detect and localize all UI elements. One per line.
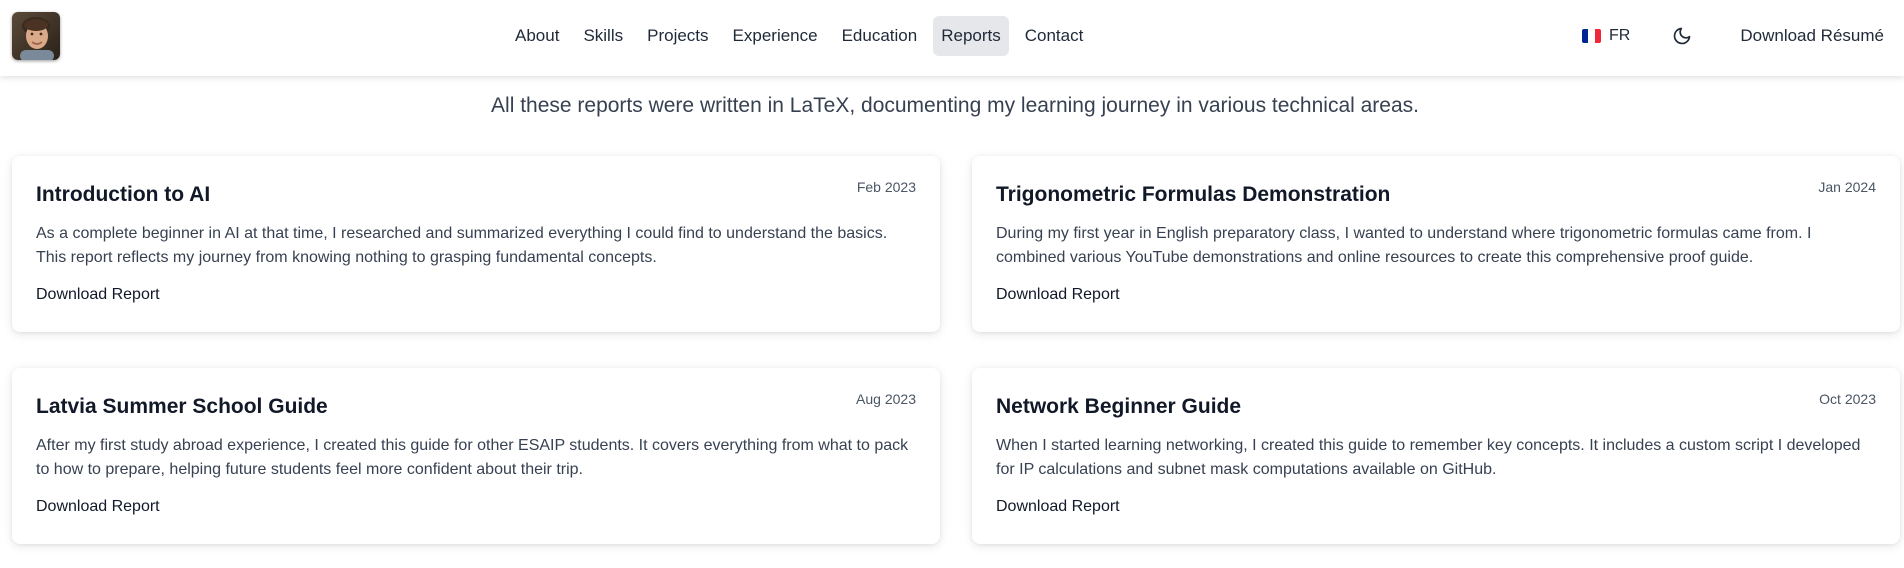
header-tools: FR Download Résumé (1574, 16, 1884, 56)
report-title: Latvia Summer School Guide (36, 395, 328, 418)
download-report-link[interactable]: Download Report (36, 286, 160, 304)
nav-about[interactable]: About (507, 16, 567, 56)
nav-skills[interactable]: Skills (575, 16, 631, 56)
report-description: When I started learning networking, I cr… (996, 437, 1861, 478)
report-title: Trigonometric Formulas Demonstration (996, 183, 1391, 206)
nav-projects[interactable]: Projects (639, 16, 716, 56)
report-date: Oct 2023 (1819, 391, 1876, 407)
report-card: Introduction to AI Feb 2023 As a complet… (12, 156, 940, 332)
avatar[interactable] (12, 12, 60, 60)
french-flag-icon (1582, 29, 1602, 43)
download-report-link[interactable]: Download Report (996, 498, 1120, 516)
download-resume-button[interactable]: Download Résumé (1740, 16, 1884, 56)
report-date: Aug 2023 (856, 391, 916, 407)
nav-education[interactable]: Education (834, 16, 926, 56)
report-description: After my first study abroad experience, … (36, 437, 909, 478)
report-title: Network Beginner Guide (996, 395, 1242, 418)
theme-toggle-button[interactable] (1666, 16, 1698, 56)
reports-intro: All these reports were written in LaTeX,… (491, 94, 1419, 117)
report-card: Trigonometric Formulas Demonstration Jan… (972, 156, 1900, 332)
nav-reports[interactable]: Reports (933, 16, 1009, 56)
download-report-link[interactable]: Download Report (36, 498, 160, 516)
report-description: During my first year in English preparat… (996, 225, 1812, 266)
report-title: Introduction to AI (36, 183, 211, 206)
nav-contact[interactable]: Contact (1017, 16, 1092, 56)
download-report-link[interactable]: Download Report (996, 286, 1120, 304)
report-card: Latvia Summer School Guide Aug 2023 Afte… (12, 368, 940, 544)
site-header: About Skills Projects Experience Educati… (0, 0, 1904, 76)
report-date: Feb 2023 (856, 179, 916, 195)
report-date: Jan 2024 (1818, 179, 1876, 195)
language-switcher[interactable]: FR (1574, 16, 1638, 56)
report-description: As a complete beginner in AI at that tim… (36, 225, 888, 266)
main-nav: About Skills Projects Experience Educati… (507, 16, 1091, 56)
avatar-photo (12, 12, 60, 60)
report-card: Network Beginner Guide Oct 2023 When I s… (972, 368, 1900, 544)
language-label: FR (1609, 27, 1631, 44)
moon-icon (1674, 27, 1691, 45)
nav-experience[interactable]: Experience (725, 16, 826, 56)
